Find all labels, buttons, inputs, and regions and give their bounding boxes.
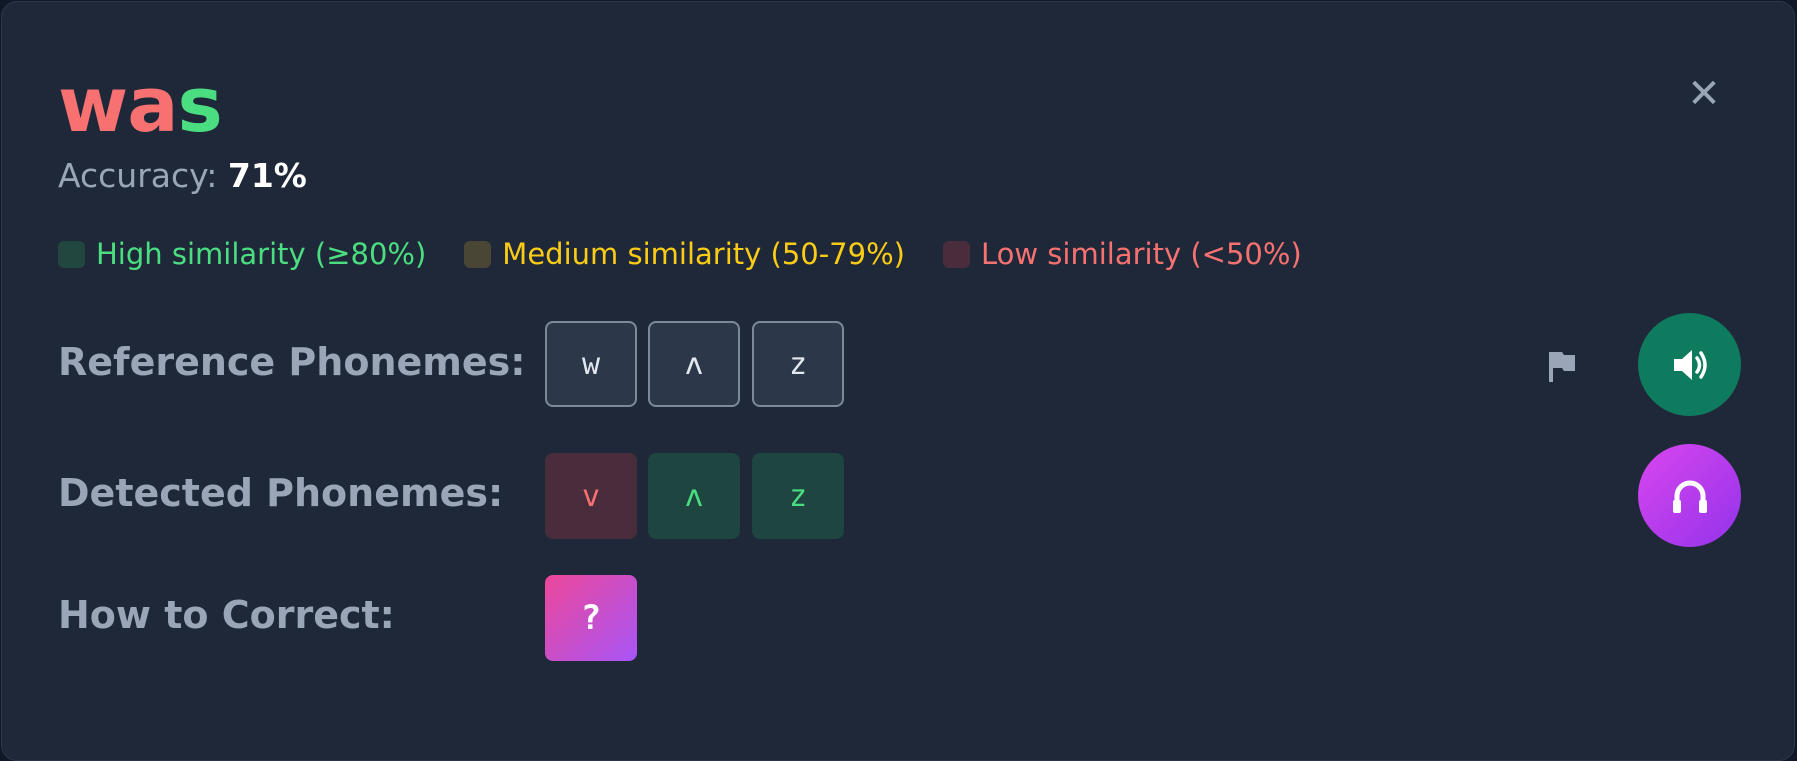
detected-phoneme-tile: ʌ	[648, 453, 740, 539]
reference-phoneme-tile: z	[752, 321, 844, 407]
accuracy-label: Accuracy:	[58, 156, 228, 195]
how-to-correct-label: How to Correct:	[58, 593, 395, 637]
legend-low: Low similarity (<50%)	[942, 237, 1302, 271]
flag-icon	[1549, 352, 1575, 382]
legend-high: High similarity (≥80%)	[58, 237, 426, 271]
close-button[interactable]: ✕	[1684, 74, 1724, 114]
word-letter-a: a	[127, 60, 178, 149]
flag-button[interactable]	[1542, 346, 1582, 386]
reference-phoneme-tile: ʌ	[648, 321, 740, 407]
legend-low-label: Low similarity (<50%)	[980, 237, 1302, 271]
accuracy-text: Accuracy: 71%	[58, 156, 307, 195]
detected-phonemes-label: Detected Phonemes:	[58, 471, 504, 515]
legend-low-swatch	[942, 240, 970, 268]
legend-medium: Medium similarity (50-79%)	[464, 237, 905, 271]
detected-phoneme-tile: z	[752, 453, 844, 539]
legend-medium-label: Medium similarity (50-79%)	[502, 237, 905, 271]
reference-phoneme-tile: w	[545, 321, 637, 407]
similarity-legend: High similarity (≥80%) Medium similarity…	[58, 237, 1340, 271]
correction-help-button[interactable]: ?	[545, 575, 637, 661]
play-reference-button[interactable]	[1638, 313, 1741, 416]
word-title: was	[58, 60, 223, 150]
word-letter-s: s	[177, 60, 223, 149]
legend-high-swatch	[58, 240, 85, 268]
headphones-icon	[1672, 480, 1707, 513]
phoneme-feedback-modal: was Accuracy: 71% ✕ High similarity (≥80…	[1, 1, 1795, 761]
accuracy-value: 71%	[227, 156, 307, 195]
legend-high-label: High similarity (≥80%)	[96, 237, 427, 271]
detected-phoneme-tile: v	[545, 453, 637, 539]
legend-medium-swatch	[464, 240, 492, 268]
play-recording-button[interactable]	[1638, 444, 1741, 547]
speaker-icon	[1673, 349, 1707, 380]
word-letter-w: w	[58, 60, 128, 149]
reference-phonemes-label: Reference Phonemes:	[58, 340, 526, 384]
close-icon: ✕	[1687, 71, 1721, 117]
